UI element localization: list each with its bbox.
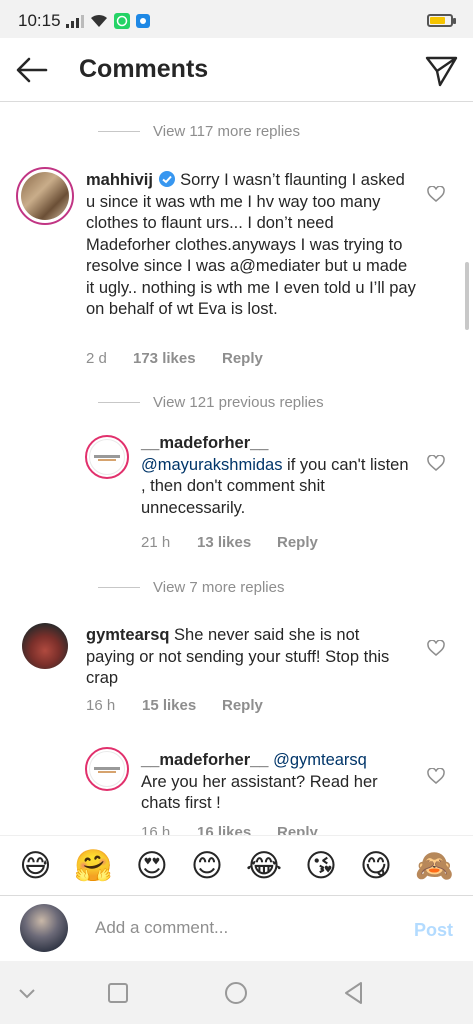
avatar (20, 904, 68, 952)
comment-username[interactable]: gymtearsq (86, 626, 169, 644)
header: Comments (0, 38, 473, 102)
emoji-sweat-smile-button[interactable]: 😅 (19, 846, 51, 886)
status-time: 10:15 (18, 11, 61, 30)
comment-username[interactable]: mahhivij (86, 171, 153, 189)
avatar[interactable] (85, 435, 129, 479)
comment-meta: 21 h 13 likes Reply (141, 534, 318, 551)
status-icons (66, 13, 150, 29)
view-previous-replies-label: View 121 previous replies (153, 394, 324, 411)
signal-icon (66, 15, 84, 28)
comment-likes[interactable]: 173 likes (133, 350, 222, 367)
comment-text: Are you her assistant? Read her chats fi… (141, 772, 378, 813)
comment-time: 16 h (141, 824, 171, 835)
comment-item: gymtearsq She never said she is not payi… (0, 623, 473, 723)
brand-logo-icon (94, 455, 120, 461)
system-nav-bar (0, 961, 473, 1024)
comment-time: 2 d (86, 350, 107, 367)
mention-link[interactable]: @gymtearsq (273, 751, 367, 769)
emoji-kiss-button[interactable]: 😘 (305, 846, 337, 886)
battery-icon (427, 14, 456, 27)
comment-composer: Add a comment... Post (0, 895, 473, 961)
whatsapp-icon (114, 13, 130, 29)
page-title: Comments (79, 55, 209, 83)
like-heart-icon[interactable] (427, 455, 445, 471)
comment-username[interactable]: __madeforher__ (141, 751, 268, 769)
app-notification-icon (136, 14, 150, 28)
avatar[interactable] (22, 623, 68, 669)
comment-likes[interactable]: 16 likes (197, 824, 277, 835)
comment-body: mahhivij Sorry I wasn’t flaunting I aske… (86, 170, 416, 321)
reply-button[interactable]: Reply (277, 534, 318, 551)
emoji-hugging-button[interactable]: 🤗 (74, 846, 113, 886)
back-arrow-icon[interactable] (14, 52, 50, 88)
emoji-quick-bar: 😅 🤗 😍 😊 😂 😘 😋 🙈 (0, 835, 473, 895)
like-heart-icon[interactable] (427, 186, 445, 202)
reply-button[interactable]: Reply (277, 824, 318, 835)
reply-button[interactable]: Reply (222, 697, 263, 714)
comment-body: __madeforher__ @mayurakshmidas if you ca… (141, 433, 411, 519)
like-heart-icon[interactable] (427, 768, 445, 784)
send-direct-icon[interactable] (423, 52, 459, 88)
wifi-icon (91, 14, 107, 27)
comment-meta: 16 h 16 likes Reply (141, 824, 318, 835)
avatar[interactable] (85, 747, 129, 791)
emoji-joy-button[interactable]: 😂 (246, 846, 282, 886)
view-more-replies-button[interactable]: View 117 more replies (98, 123, 300, 140)
emoji-heart-eyes-button[interactable]: 😍 (136, 846, 168, 886)
avatar[interactable] (16, 167, 74, 225)
comment-text: Sorry I wasn’t flaunting I asked u since… (86, 171, 416, 318)
reply-item: __madeforher__ @gymtearsq Are you her as… (0, 745, 473, 835)
comment-input[interactable]: Add a comment... (95, 918, 228, 938)
comment-meta: 2 d 173 likes Reply (86, 350, 263, 367)
brand-logo-icon (94, 767, 120, 773)
chevron-down-icon[interactable] (13, 979, 41, 1007)
view-more-replies-label: View 7 more replies (153, 579, 285, 596)
emoji-blush-button[interactable]: 😊 (191, 846, 223, 886)
status-bar: 10:15 (0, 0, 473, 38)
post-button[interactable]: Post (414, 920, 453, 941)
reply-item: __madeforher__ @mayurakshmidas if you ca… (0, 433, 473, 553)
like-heart-icon[interactable] (427, 640, 445, 656)
view-previous-replies-button[interactable]: View 121 previous replies (98, 394, 324, 411)
view-more-replies-label: View 117 more replies (153, 123, 301, 140)
comment-meta: 16 h 15 likes Reply (86, 697, 263, 714)
home-icon[interactable] (222, 979, 250, 1007)
emoji-see-no-evil-button[interactable]: 🙈 (415, 846, 454, 886)
recent-apps-icon[interactable] (104, 979, 132, 1007)
comment-item: mahhivij Sorry I wasn’t flaunting I aske… (0, 163, 473, 373)
comment-time: 21 h (141, 534, 171, 551)
comment-likes[interactable]: 13 likes (197, 534, 277, 551)
scrollbar[interactable] (465, 262, 469, 330)
emoji-yum-button[interactable]: 😋 (360, 846, 392, 886)
verified-badge-icon (158, 171, 175, 187)
back-triangle-icon[interactable] (340, 979, 368, 1007)
comment-likes[interactable]: 15 likes (142, 697, 222, 714)
reply-button[interactable]: Reply (222, 350, 263, 367)
mention-link[interactable]: @mayurakshmidas (141, 456, 282, 474)
comment-username[interactable]: __madeforher__ (141, 434, 268, 452)
comment-time: 16 h (86, 697, 116, 714)
view-more-replies-button[interactable]: View 7 more replies (98, 579, 284, 596)
comment-body: __madeforher__ @gymtearsq Are you her as… (141, 750, 411, 815)
comments-list[interactable]: View 117 more replies mahhivij Sorry I w… (0, 103, 473, 835)
comment-body: gymtearsq She never said she is not payi… (86, 625, 406, 690)
